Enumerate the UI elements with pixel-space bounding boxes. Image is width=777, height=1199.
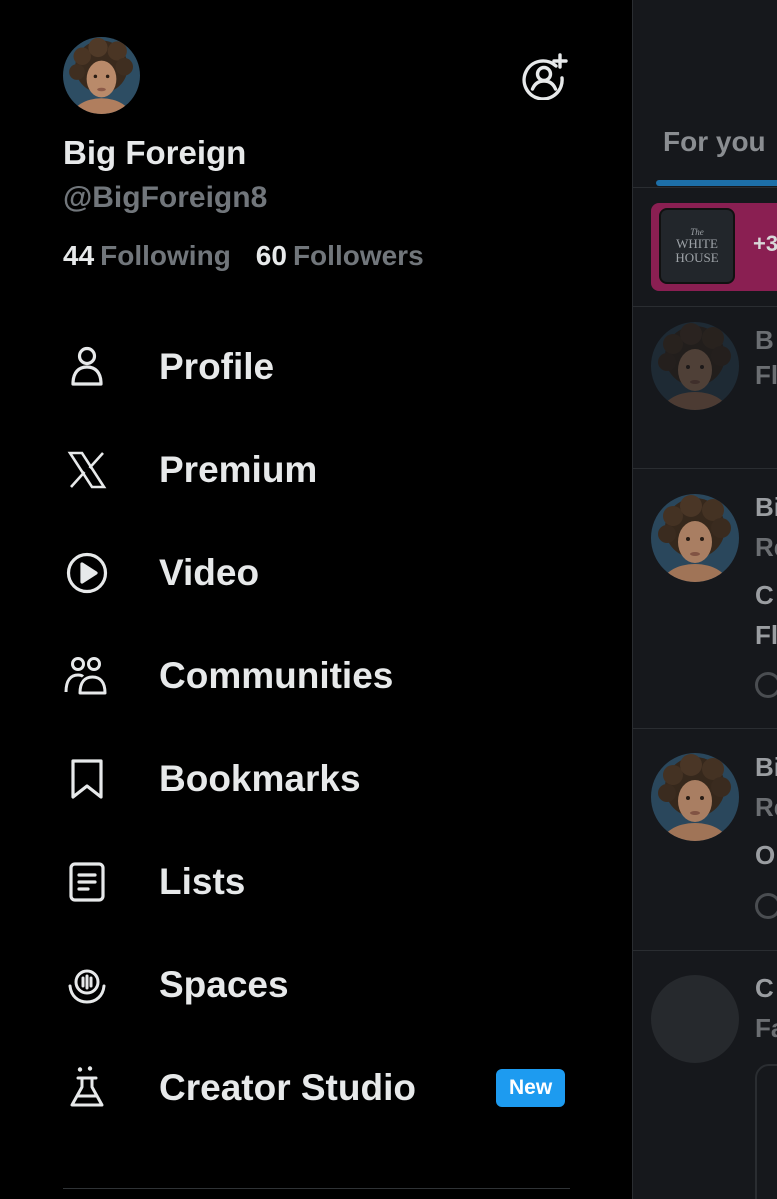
nav-item-profile[interactable]: Profile: [0, 315, 632, 418]
following-label: Following: [100, 240, 231, 271]
post-meta-fragment: Fa: [755, 1013, 777, 1043]
space-thumbnail: The WHITE HOUSE: [659, 208, 735, 284]
post-meta-fragment: Re: [755, 792, 777, 822]
followers-count: 60: [255, 240, 287, 271]
follow-stats: 44 Following 60 Followers: [63, 240, 424, 272]
nav-label-video: Video: [159, 551, 260, 593]
reply-icon[interactable]: [755, 672, 777, 698]
nav-item-premium[interactable]: Premium: [0, 418, 632, 521]
nav-item-spaces[interactable]: Spaces: [0, 933, 632, 1036]
space-card[interactable]: The WHITE HOUSE +3: [651, 203, 777, 291]
post-text-fragment: Fl: [755, 620, 777, 650]
nav-item-lists[interactable]: Lists: [0, 830, 632, 933]
post-media-card[interactable]: [755, 1064, 777, 1199]
list-icon: [63, 858, 111, 906]
x-logo-icon: [63, 446, 111, 494]
nav-item-creator-studio[interactable]: Creator Studio New: [0, 1036, 632, 1139]
avatar[interactable]: [63, 37, 140, 114]
post-avatar-placeholder[interactable]: [651, 975, 739, 1063]
active-tab-indicator: [656, 180, 777, 186]
nav-item-communities[interactable]: Communities: [0, 624, 632, 727]
nav-label-profile: Profile: [159, 345, 275, 387]
add-account-icon[interactable]: [518, 50, 570, 102]
reply-icon[interactable]: [755, 893, 777, 919]
nav-label-premium: Premium: [159, 448, 318, 490]
bookmark-icon: [63, 755, 111, 803]
app-screen: For you The WHITE HOUSE +3 B Fl Bi Re C …: [0, 0, 777, 1199]
post-text-fragment: C: [755, 580, 774, 610]
post-author-fragment: Bi: [755, 492, 777, 522]
post-avatar[interactable]: [651, 322, 739, 410]
nav-label-bookmarks: Bookmarks: [159, 757, 361, 799]
drawer-nav: Profile Premium Video Communities Bookma…: [0, 315, 632, 1139]
nav-item-video[interactable]: Video: [0, 521, 632, 624]
play-circle-icon: [63, 549, 111, 597]
drawer-divider: [63, 1188, 570, 1189]
tab-for-you[interactable]: For you: [663, 126, 766, 158]
following-link[interactable]: 44 Following: [63, 240, 231, 272]
flask-icon: [63, 1064, 111, 1112]
post-text-fragment: O: [755, 840, 776, 870]
post-author-fragment: B: [755, 325, 774, 355]
divider: [633, 468, 777, 469]
space-listener-count: +3: [753, 231, 777, 256]
post-meta-fragment: Re: [755, 532, 777, 562]
side-drawer: Big Foreign @BigForeign8 44 Following 60 F…: [0, 0, 632, 1199]
user-handle: @BigForeign8: [63, 181, 268, 214]
nav-item-bookmarks[interactable]: Bookmarks: [0, 727, 632, 830]
nav-label-creator-studio: Creator Studio: [159, 1066, 416, 1108]
post-author-fragment: C: [755, 973, 774, 1003]
communities-icon: [63, 652, 111, 700]
followers-label: Followers: [292, 240, 424, 271]
divider: [633, 728, 777, 729]
nav-label-lists: Lists: [159, 860, 246, 902]
nav-label-spaces: Spaces: [159, 963, 289, 1005]
nav-label-communities: Communities: [159, 654, 394, 696]
new-badge: New: [496, 1068, 566, 1107]
space-thumbnail-title: WHITE HOUSE: [675, 236, 719, 265]
following-count: 44: [63, 240, 95, 271]
person-icon: [63, 343, 111, 391]
post-avatar[interactable]: [651, 494, 739, 582]
home-timeline-background[interactable]: For you The WHITE HOUSE +3 B Fl Bi Re C …: [632, 0, 777, 1199]
post-text-fragment: Fl: [755, 360, 777, 390]
spaces-icon: [63, 961, 111, 1009]
followers-link[interactable]: 60 Followers: [256, 240, 424, 272]
display-name[interactable]: Big Foreign: [63, 134, 246, 172]
post-avatar[interactable]: [651, 753, 739, 841]
divider: [633, 950, 777, 951]
divider: [633, 306, 777, 307]
post-author-fragment: Bi: [755, 752, 777, 782]
divider: [633, 187, 777, 188]
